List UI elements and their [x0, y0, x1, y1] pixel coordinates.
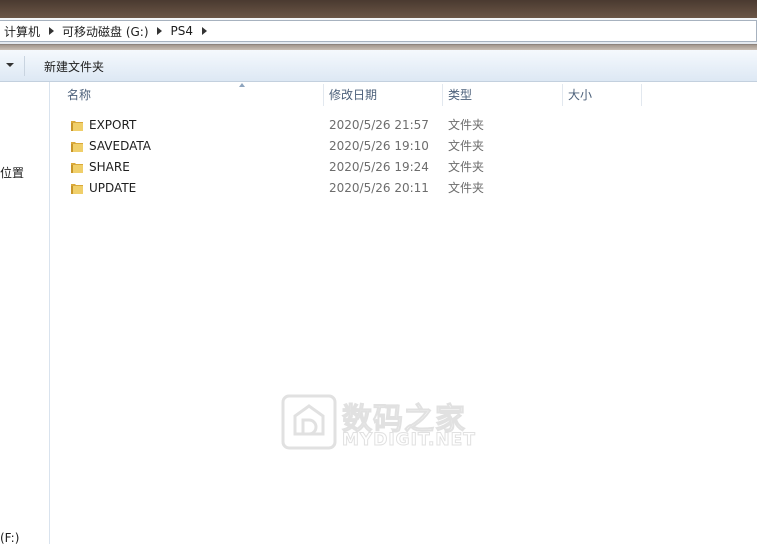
folder-icon [71, 121, 83, 131]
chevron-right-icon[interactable] [44, 27, 58, 35]
file-date: 2020/5/26 21:57 [329, 118, 429, 132]
file-name: SHARE [89, 160, 130, 174]
column-header: 名称 修改日期 类型 大小 [50, 82, 757, 108]
column-type[interactable]: 类型 [448, 82, 472, 108]
file-type: 文件夹 [448, 181, 485, 195]
column-divider[interactable] [641, 84, 642, 106]
file-type: 文件夹 [448, 139, 485, 153]
folder-icon [71, 142, 83, 152]
navigation-pane [0, 82, 50, 544]
window-top-strip [0, 0, 757, 18]
breadcrumb[interactable]: 计算机 可移动磁盘 (G:) PS4 [0, 20, 757, 42]
new-folder-button[interactable]: 新建文件夹 [44, 58, 104, 75]
chevron-right-icon[interactable] [197, 27, 211, 35]
sort-ascending-icon [239, 83, 245, 87]
list-item[interactable]: SAVEDATA 2020/5/26 19:10 文件夹 [50, 136, 757, 157]
file-name: SAVEDATA [89, 139, 151, 153]
nav-item-locations[interactable]: 位置 [0, 164, 24, 181]
column-divider[interactable] [442, 84, 443, 106]
column-name[interactable]: 名称 [67, 82, 91, 108]
chevron-right-icon[interactable] [153, 27, 167, 35]
list-item[interactable]: EXPORT 2020/5/26 21:57 文件夹 [50, 115, 757, 136]
folder-icon [71, 163, 83, 173]
crumb-ps4[interactable]: PS4 [167, 21, 198, 41]
file-name: UPDATE [89, 181, 137, 195]
list-item[interactable]: SHARE 2020/5/26 19:24 文件夹 [50, 157, 757, 178]
crumb-removable-disk[interactable]: 可移动磁盘 (G:) [58, 21, 153, 41]
toolbar-divider [24, 56, 25, 76]
watermark-logo-icon [281, 394, 337, 450]
file-date: 2020/5/26 19:10 [329, 139, 429, 153]
list-item[interactable]: UPDATE 2020/5/26 20:11 文件夹 [50, 178, 757, 199]
file-date: 2020/5/26 19:24 [329, 160, 429, 174]
file-name: EXPORT [89, 118, 137, 132]
watermark: 数码之家 MYDIGIT.NET [281, 394, 481, 454]
column-divider[interactable] [562, 84, 563, 106]
watermark-text-en: MYDIGIT.NET [342, 430, 476, 451]
file-type: 文件夹 [448, 118, 485, 132]
crumb-computer[interactable]: 计算机 [0, 21, 44, 41]
chevron-down-icon[interactable] [6, 63, 14, 67]
file-type: 文件夹 [448, 160, 485, 174]
nav-item-drive-f[interactable]: (F:) [0, 531, 19, 545]
folder-icon [71, 184, 83, 194]
column-date[interactable]: 修改日期 [329, 82, 377, 108]
column-size[interactable]: 大小 [568, 82, 592, 108]
command-toolbar: 新建文件夹 [0, 50, 757, 82]
file-date: 2020/5/26 20:11 [329, 181, 429, 195]
column-divider[interactable] [323, 84, 324, 106]
address-bar: 计算机 可移动磁盘 (G:) PS4 [0, 18, 757, 45]
